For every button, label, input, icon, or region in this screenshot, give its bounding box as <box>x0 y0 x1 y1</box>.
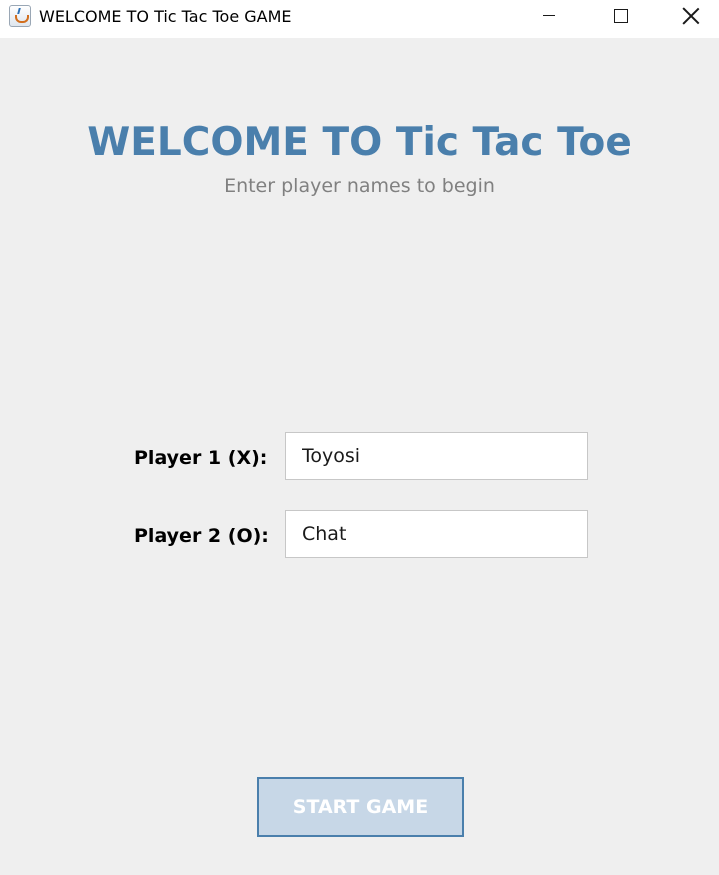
title-bar[interactable]: WELCOME TO Tic Tac Toe GAME <box>0 0 719 38</box>
player1-label: Player 1 (X): <box>134 447 268 469</box>
minimize-icon <box>543 15 555 16</box>
minimize-button[interactable] <box>526 0 573 32</box>
player1-name-input[interactable] <box>285 432 588 480</box>
start-game-button[interactable]: START GAME <box>257 777 464 837</box>
close-icon <box>682 7 700 25</box>
maximize-icon <box>614 9 628 23</box>
page-title: WELCOME TO Tic Tac Toe <box>87 120 632 165</box>
window-title: WELCOME TO Tic Tac Toe GAME <box>39 7 292 26</box>
player2-name-input[interactable] <box>285 510 588 558</box>
close-button[interactable] <box>668 0 715 32</box>
page-subtitle: Enter player names to begin <box>224 175 495 197</box>
java-app-icon <box>9 5 31 27</box>
player2-label: Player 2 (O): <box>134 525 269 547</box>
maximize-button[interactable] <box>597 0 644 32</box>
